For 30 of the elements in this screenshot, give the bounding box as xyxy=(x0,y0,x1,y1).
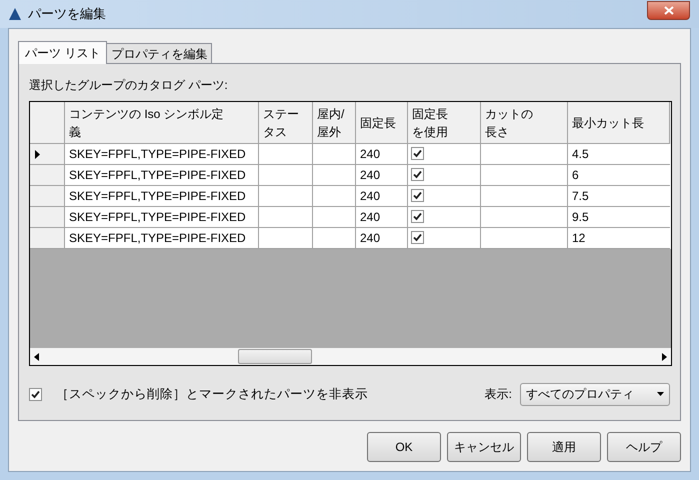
current-row-icon xyxy=(35,150,40,158)
dialog-button[interactable]: OK xyxy=(367,432,441,462)
checkbox[interactable] xyxy=(411,210,424,223)
scroll-right-icon[interactable] xyxy=(662,352,667,360)
horizontal-scrollbar[interactable] xyxy=(30,348,671,365)
table-cell: 240 xyxy=(356,228,408,249)
display-label: 表示: xyxy=(484,386,512,403)
table-cell: 12 xyxy=(568,228,670,249)
row-header[interactable] xyxy=(30,144,65,165)
dialog-button[interactable]: キャンセル xyxy=(447,432,521,462)
close-icon xyxy=(664,6,674,15)
dialog-button[interactable]: 適用 xyxy=(527,432,601,462)
tab[interactable]: パーツ リスト xyxy=(18,41,108,64)
scroll-left-icon[interactable] xyxy=(34,352,39,360)
app-logo-icon xyxy=(8,7,22,21)
tab[interactable]: プロパティを編集 xyxy=(107,43,212,63)
section-label: 選択したグループのカタログ パーツ: xyxy=(29,77,229,94)
hide-deleted-label: ［スペックから削除］とマークされたパーツを非表示 xyxy=(56,386,368,403)
caret-icon xyxy=(657,392,664,396)
close-button[interactable] xyxy=(647,1,690,20)
checkbox[interactable] xyxy=(411,231,424,244)
dialog-button[interactable]: ヘルプ xyxy=(607,432,681,462)
scrollbar-thumb[interactable] xyxy=(238,349,312,364)
table-cell: SKEY=FPFL,TYPE=PIPE-FIXED xyxy=(65,228,259,249)
window-title: パーツを編集 xyxy=(28,5,106,24)
display-dropdown[interactable]: すべてのプロパティ xyxy=(520,382,670,406)
checkbox[interactable] xyxy=(411,168,424,181)
checkbox[interactable] xyxy=(411,189,424,202)
hide-deleted-checkbox[interactable] xyxy=(29,388,42,400)
checkbox[interactable] xyxy=(411,147,424,160)
